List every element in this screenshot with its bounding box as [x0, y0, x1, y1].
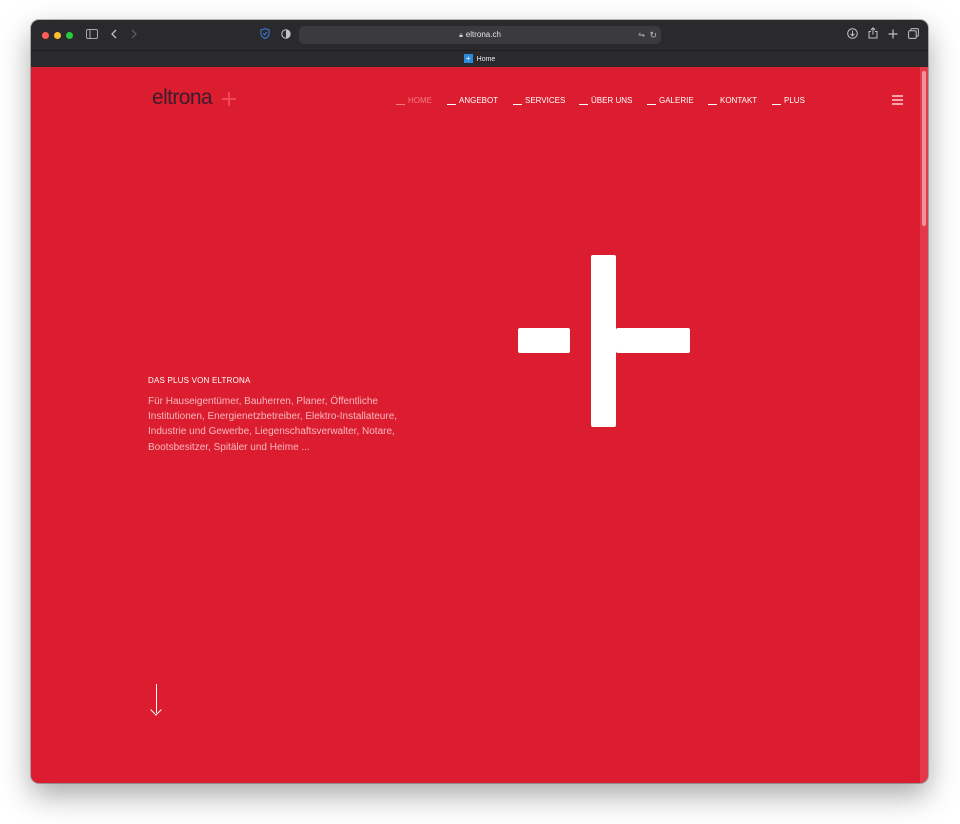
privacy-icon[interactable]: [278, 27, 294, 43]
logo-plus-icon: [222, 92, 236, 106]
minimize-window-button[interactable]: [54, 32, 61, 39]
nav-kontakt[interactable]: KONTAKT: [708, 95, 757, 107]
scroll-down-arrow-icon[interactable]: [150, 684, 162, 716]
tab-bar: + Home: [31, 50, 928, 68]
tab-title: Home: [476, 56, 496, 63]
browser-window: 🔒︎ eltrona.ch ⇋ ↻ + Home eltrona HOME ANGE…: [31, 20, 928, 783]
nav-angebot[interactable]: ANGEBOT: [447, 95, 498, 107]
intro-text: Für Hauseigentümer, Bauherren, Planer, Ö…: [148, 396, 398, 453]
url-text: eltrona.ch: [465, 30, 501, 39]
share-icon[interactable]: [865, 27, 881, 43]
site-logo[interactable]: eltrona: [152, 86, 213, 110]
lock-icon: 🔒︎: [459, 32, 463, 39]
nav-ueber-uns[interactable]: ÜBER UNS: [579, 95, 632, 107]
zoom-window-button[interactable]: [66, 32, 73, 39]
eltrona-favicon-icon: +: [463, 53, 473, 63]
browser-toolbar: 🔒︎ eltrona.ch ⇋ ↻: [31, 20, 928, 50]
nav-galerie[interactable]: GALERIE: [647, 95, 694, 107]
chevron-right-icon[interactable]: [126, 27, 142, 43]
plus-icon[interactable]: [885, 27, 901, 43]
nav-services[interactable]: SERVICES: [513, 95, 565, 107]
address-bar[interactable]: 🔒︎ eltrona.ch ⇋ ↻: [299, 26, 661, 44]
reload-icon[interactable]: ↻: [649, 26, 657, 44]
download-icon[interactable]: [844, 27, 860, 43]
hamburger-menu-icon[interactable]: [892, 95, 903, 105]
tab-home[interactable]: + Home: [31, 51, 928, 68]
scrollbar-thumb[interactable]: [922, 71, 926, 226]
page-scrollbar[interactable]: [920, 67, 928, 783]
shield-icon[interactable]: [257, 27, 273, 43]
chevron-left-icon[interactable]: [106, 27, 122, 43]
intro-title: DAS PLUS VON ELTRONA: [148, 376, 251, 385]
translate-icon[interactable]: ⇋: [638, 26, 645, 44]
hero-plus-graphic: [518, 255, 690, 427]
sidebar-icon[interactable]: [84, 27, 100, 43]
webpage: eltrona HOME ANGEBOT SERVICES ÜBER UNS G…: [31, 67, 920, 783]
nav-plus[interactable]: PLUS: [772, 95, 805, 107]
close-window-button[interactable]: [42, 32, 49, 39]
tabs-overview-icon[interactable]: [905, 27, 921, 43]
nav-home[interactable]: HOME: [396, 95, 432, 107]
